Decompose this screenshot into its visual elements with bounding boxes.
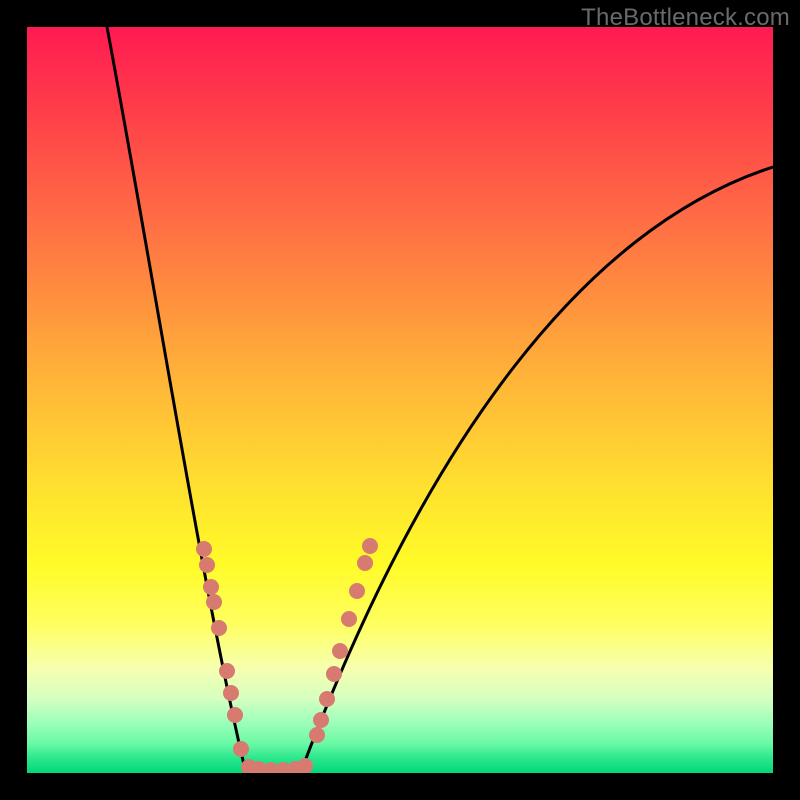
v-curve-right — [302, 167, 773, 769]
data-point — [211, 620, 227, 636]
chart-svg — [27, 27, 773, 773]
watermark-text: TheBottleneck.com — [581, 4, 790, 32]
data-point — [326, 666, 342, 682]
data-point — [357, 555, 373, 571]
data-point — [233, 741, 249, 757]
data-point — [332, 643, 348, 659]
data-point — [219, 663, 235, 679]
data-point — [362, 538, 378, 554]
data-point — [196, 541, 212, 557]
data-point — [206, 594, 222, 610]
data-point — [349, 583, 365, 599]
data-point — [203, 579, 219, 595]
data-point — [309, 727, 325, 743]
data-point — [199, 557, 215, 573]
plot-area — [27, 27, 773, 773]
data-points-group — [196, 538, 378, 773]
data-point — [341, 611, 357, 627]
data-point — [227, 707, 243, 723]
data-point — [313, 712, 329, 728]
v-curve-left — [107, 27, 245, 769]
data-point — [223, 685, 239, 701]
data-point — [319, 691, 335, 707]
data-point — [297, 758, 313, 773]
